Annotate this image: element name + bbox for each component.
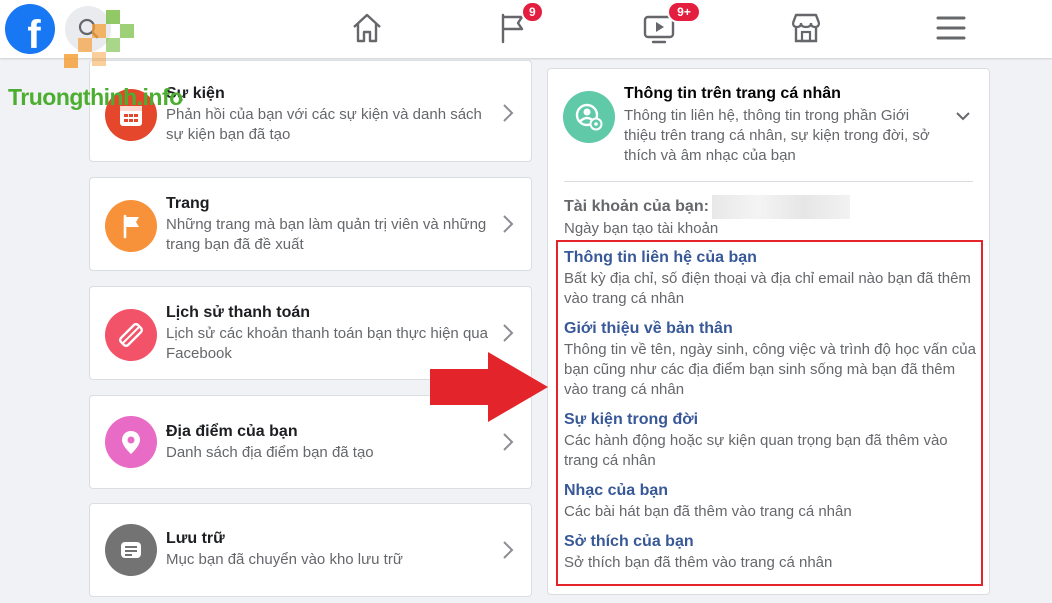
list-item-events[interactable]: Sự kiện Phản hồi của bạn với các sự kiện… bbox=[89, 60, 532, 162]
music-description: Các bài hát bạn đã thêm vào trang cá nhâ… bbox=[564, 503, 852, 520]
contact-info-description: Bất kỳ địa chỉ, số điện thoại và địa chỉ… bbox=[564, 270, 971, 307]
list-item-pages[interactable]: Trang Những trang mà bạn làm quản trị vi… bbox=[89, 177, 532, 271]
payment-icon bbox=[105, 309, 157, 361]
list-item-title: Địa điểm của bạn bbox=[166, 423, 298, 440]
divider bbox=[564, 181, 973, 182]
search-button[interactable] bbox=[65, 6, 111, 52]
chevron-right-icon bbox=[503, 433, 514, 451]
location-pin-icon bbox=[105, 416, 157, 468]
calendar-icon bbox=[105, 89, 157, 141]
account-blurred-value bbox=[712, 195, 850, 219]
home-icon[interactable] bbox=[349, 10, 385, 46]
interests-description: Sở thích bạn đã thêm vào trang cá nhân bbox=[564, 554, 833, 571]
list-item-title: Lưu trữ bbox=[166, 530, 225, 547]
notification-badge: 9 bbox=[521, 1, 544, 23]
marketplace-icon[interactable] bbox=[788, 10, 824, 46]
account-label: Tài khoản của bạn: bbox=[564, 198, 709, 215]
top-navigation-bar: f 9 9+ bbox=[0, 0, 1052, 58]
list-item-title: Sự kiện bbox=[166, 85, 225, 102]
chevron-right-icon bbox=[503, 215, 514, 233]
interests-link[interactable]: Sở thích của bạn bbox=[564, 533, 694, 551]
section-description: Thông tin liên hệ, thông tin trong phần … bbox=[624, 107, 930, 164]
life-events-link[interactable]: Sự kiện trong đời bbox=[564, 411, 698, 429]
list-item-description: Những trang mà bạn làm quản trị viên và … bbox=[166, 216, 487, 253]
section-title: Thông tin trên trang cá nhân bbox=[624, 85, 841, 102]
flag-icon bbox=[105, 200, 157, 252]
profile-settings-icon bbox=[563, 91, 615, 143]
menu-icon[interactable] bbox=[933, 10, 969, 46]
contact-info-link[interactable]: Thông tin liên hệ của bạn bbox=[564, 249, 757, 267]
facebook-logo[interactable]: f bbox=[5, 4, 55, 54]
list-item-description: Mục bạn đã chuyển vào kho lưu trữ bbox=[166, 551, 403, 568]
list-item-description: Phản hồi của bạn với các sự kiện và danh… bbox=[166, 106, 482, 143]
list-item-archive[interactable]: Lưu trữ Mục bạn đã chuyển vào kho lưu tr… bbox=[89, 503, 532, 597]
search-icon bbox=[78, 18, 99, 39]
about-yourself-description: Thông tin về tên, ngày sinh, công việc v… bbox=[564, 341, 976, 398]
chevron-down-icon[interactable] bbox=[954, 109, 972, 123]
account-created-date-label: Ngày bạn tạo tài khoản bbox=[564, 220, 719, 237]
life-events-description: Các hành động hoặc sự kiện quan trọng bạ… bbox=[564, 432, 948, 469]
list-item-title: Trang bbox=[166, 195, 210, 212]
chevron-right-icon bbox=[503, 324, 514, 342]
chevron-right-icon bbox=[503, 104, 514, 122]
archive-icon bbox=[105, 524, 157, 576]
list-item-title: Lịch sử thanh toán bbox=[166, 304, 311, 321]
red-arrow-annotation bbox=[430, 352, 548, 422]
watch-badge: 9+ bbox=[667, 1, 701, 23]
about-yourself-link[interactable]: Giới thiệu về bản thân bbox=[564, 320, 733, 338]
chevron-right-icon bbox=[503, 541, 514, 559]
music-link[interactable]: Nhạc của bạn bbox=[564, 482, 668, 500]
list-item-description: Danh sách địa điểm bạn đã tạo bbox=[166, 444, 374, 461]
